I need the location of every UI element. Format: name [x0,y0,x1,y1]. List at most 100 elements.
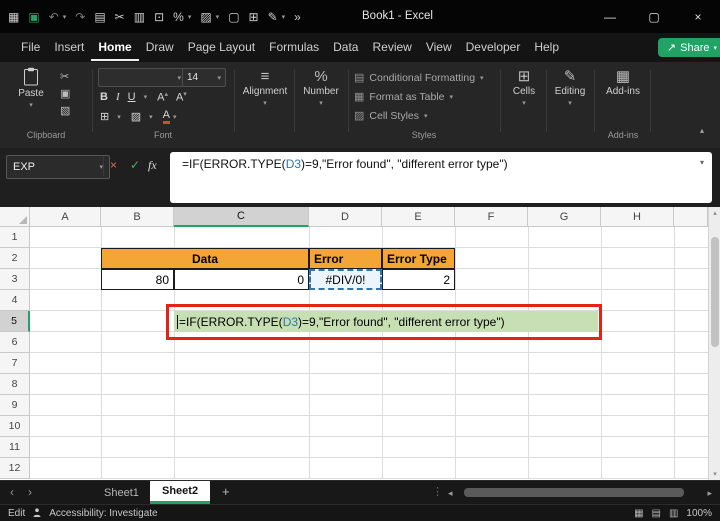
undo-chevron-icon[interactable]: ▾ [63,13,67,21]
row-header-5[interactable]: 5 [0,311,30,332]
format-as-table-button[interactable]: ▦ Format as Table ▾ [354,90,453,103]
new-document-icon[interactable]: ▢ [228,10,239,24]
cell-e3[interactable]: 2 [382,269,455,290]
borders-button[interactable]: ⊞ [100,110,109,123]
cell-styles-button[interactable]: ▨ Cell Styles ▾ [354,109,428,122]
add-sheet-button[interactable]: + [222,484,230,499]
clipboard-icon[interactable]: ▤ [94,10,105,24]
row-header-11[interactable]: 11 [0,437,30,458]
vertical-scroll-thumb[interactable] [711,237,719,347]
sheet-tab-sheet1[interactable]: Sheet1 [92,481,151,504]
close-button[interactable]: × [676,0,720,33]
page-break-view-icon[interactable]: ▥ [669,508,678,519]
tab-draw[interactable]: Draw [139,34,181,61]
cells-button[interactable]: ⊞ Cells ▾ [506,69,542,107]
format-painter-icon[interactable]: ▧ [60,104,70,117]
tab-data[interactable]: Data [326,34,365,61]
merge-cells-icon[interactable]: ⊞ [249,10,259,24]
font-color-chevron-icon[interactable]: ▾ [173,113,177,121]
scroll-left-icon[interactable]: ◂ [448,488,453,499]
minimize-button[interactable]: — [588,0,632,33]
fill-chevron-icon[interactable]: ▾ [216,13,220,21]
column-header-d[interactable]: D [309,207,382,227]
cell-c3[interactable]: 0 [174,269,309,290]
row-header-8[interactable]: 8 [0,374,30,395]
tab-help[interactable]: Help [527,34,566,61]
expand-formula-bar-icon[interactable]: ▾ [700,158,704,167]
row-header-10[interactable]: 10 [0,416,30,437]
tab-insert[interactable]: Insert [47,34,91,61]
tab-page-layout[interactable]: Page Layout [181,34,262,61]
number-button[interactable]: % Number ▾ [298,69,344,107]
column-header-partial[interactable] [674,207,708,227]
redo-icon[interactable]: ↷ [75,10,85,24]
row-header-6[interactable]: 6 [0,332,30,353]
decrease-font-button[interactable]: A▾ [176,90,187,104]
draw-pen-icon[interactable]: ✎ [268,10,278,24]
column-header-f[interactable]: F [455,207,528,227]
tab-view[interactable]: View [419,34,459,61]
editing-button[interactable]: ✎ Editing ▾ [550,69,590,107]
font-color-button[interactable]: A [163,109,170,124]
cell-b3[interactable]: 80 [101,269,174,290]
increase-font-button[interactable]: A▴ [157,90,168,104]
font-size-combo[interactable]: 14 ▾ [182,68,226,87]
next-sheet-icon[interactable]: › [28,485,32,499]
fill-color-chevron-icon[interactable]: ▾ [149,113,153,121]
horizontal-scrollbar[interactable]: ◂ ▸ [448,486,712,500]
cell-c5-formula-edit[interactable]: =IF(ERROR.TYPE(D3)=9,"Error found", "dif… [174,311,598,332]
paste-button[interactable]: Paste ▾ [8,67,54,109]
add-ins-button[interactable]: ▦ Add-ins [600,69,646,97]
percent-style-icon[interactable]: % [173,10,184,24]
fill-color-button[interactable]: ▨ [131,110,141,123]
tab-review[interactable]: Review [365,34,418,61]
horizontal-scroll-thumb[interactable] [464,488,684,497]
row-header-1[interactable]: 1 [0,227,30,248]
row-header-12[interactable]: 12 [0,458,30,479]
row-header-3[interactable]: 3 [0,269,30,290]
maximize-button[interactable]: ▢ [632,0,676,33]
sheet-tab-splitter[interactable]: ⋮ [432,485,443,498]
copy-icon[interactable]: ▣ [60,87,70,100]
collapse-ribbon-icon[interactable]: ▴ [700,126,704,135]
column-header-a[interactable]: A [30,207,101,227]
select-all-corner[interactable] [0,207,30,227]
save-icon[interactable]: ▣ [28,10,39,24]
share-button[interactable]: ↗ Share ▾ [658,38,720,57]
undo-icon[interactable]: ↶ [49,10,59,24]
formula-input[interactable]: =IF(ERROR.TYPE(D3)=9,"Error found", "dif… [170,152,712,203]
accessibility-status[interactable]: Accessibility: Investigate [49,508,157,519]
column-header-h[interactable]: H [601,207,674,227]
chart-icon[interactable]: ▥ [134,10,145,24]
insert-function-icon[interactable]: fx [148,158,157,173]
alignment-button[interactable]: ≡ Alignment ▾ [238,69,292,107]
row-header-2[interactable]: 2 [0,248,30,269]
conditional-formatting-button[interactable]: ▤ Conditional Formatting ▾ [354,71,484,84]
percent-chevron-icon[interactable]: ▾ [188,13,192,21]
cancel-icon[interactable]: × [110,158,117,172]
prev-sheet-icon[interactable]: ‹ [10,485,14,499]
enter-icon[interactable]: ✓ [130,158,140,172]
scroll-up-icon[interactable]: ▴ [709,207,720,219]
row-header-7[interactable]: 7 [0,353,30,374]
tab-home[interactable]: Home [91,34,138,61]
cut-icon[interactable]: ✂ [115,10,125,24]
page-layout-view-icon[interactable]: ▤ [652,508,661,519]
cut-icon[interactable]: ✂ [60,70,70,83]
column-header-b[interactable]: B [101,207,174,227]
column-header-g[interactable]: G [528,207,601,227]
fill-color-icon[interactable]: ▨ [200,10,211,24]
zoom-level[interactable]: 100% [686,508,712,519]
borders-chevron-icon[interactable]: ▾ [117,113,121,121]
scroll-right-icon[interactable]: ▸ [707,488,712,499]
tab-formulas[interactable]: Formulas [262,34,326,61]
scroll-down-icon[interactable]: ▾ [709,468,720,480]
vertical-scrollbar[interactable]: ▴ ▾ [708,207,720,480]
cell-d2-error-header[interactable]: Error [309,248,382,269]
italic-button[interactable]: I [116,91,120,103]
column-header-e[interactable]: E [382,207,455,227]
tab-developer[interactable]: Developer [459,34,528,61]
underline-button[interactable]: U [128,91,136,103]
font-name-combo[interactable]: ▾ [98,68,186,87]
shapes-icon[interactable]: ⊡ [154,10,164,24]
